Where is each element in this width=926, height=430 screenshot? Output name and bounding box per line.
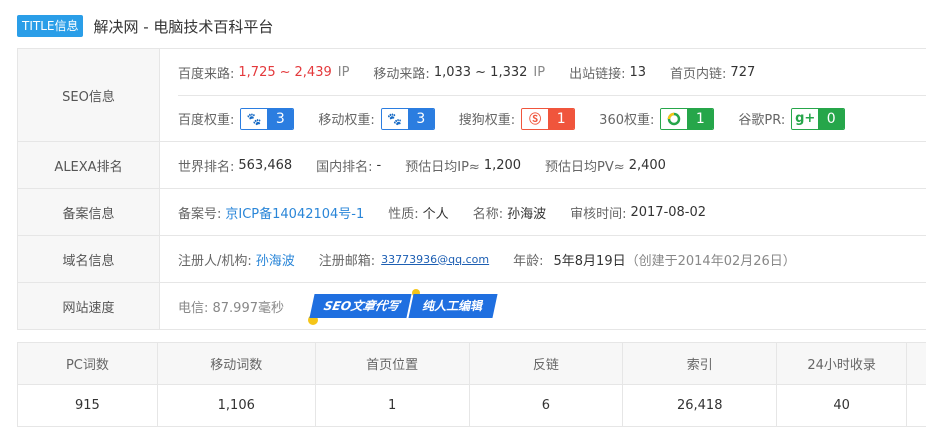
baidu-rank[interactable]: 百度权重: 🐾 3: [178, 107, 295, 130]
stats-header-mobile: 移动词数: [157, 343, 316, 385]
site-title: 解决网 - 电脑技术百科平台: [93, 17, 274, 36]
baidu-paw-icon: 🐾: [381, 108, 408, 129]
sogou-icon: Ⓢ: [522, 108, 549, 129]
stats-header-pc: PC词数: [18, 343, 158, 385]
daily-pv: 预估日均PV≈ 2,400: [545, 157, 666, 175]
title-row: TITLE信息 解决网 - 电脑技术百科平台: [17, 14, 273, 38]
domain-label: 域名信息: [18, 236, 160, 282]
icp-name: 名称: 孙海波: [472, 206, 547, 222]
seo-row: SEO信息 百度来路: 1,725 ~ 2,439 IP 移动来路: 1,033…: [18, 49, 926, 142]
promo-banner[interactable]: SEO文章代写 纯人工编辑: [308, 289, 498, 325]
outlinks: 出站链接: 13: [569, 64, 647, 82]
registrant: 注册人/机构: 孙海波: [178, 250, 295, 269]
google-plus-icon: g+: [792, 108, 819, 129]
stats-header-home: 首页位置: [315, 343, 470, 385]
alexa-row: ALEXA排名 世界排名: 563,468 国内排名: - 预估日均IP≈ 1,…: [18, 142, 926, 189]
world-rank: 世界排名: 563,468: [178, 157, 293, 175]
home-inlinks: 首页内链: 727: [670, 64, 756, 82]
telecom-speed: 电信: 87.997毫秒: [178, 300, 284, 316]
icp-row: 备案信息 备案号: 京ICP备14042104号-1 性质: 个人 名称: 孙海…: [18, 189, 926, 236]
baidu-source: 百度来路: 1,725 ~ 2,439 IP: [178, 64, 350, 82]
stats-value-backlinks: 6: [469, 385, 624, 427]
domain-age: 年龄: 5年8月19日 （创建于2014年02月26日）: [513, 253, 796, 269]
speed-row: 网站速度 电信: 87.997毫秒 SEO文章代写 纯人工编辑: [18, 283, 926, 330]
alexa-label: ALEXA排名: [18, 142, 160, 188]
baidu-paw-icon: 🐾: [241, 108, 268, 129]
sogou-rank[interactable]: 搜狗权重: Ⓢ 1: [459, 107, 576, 130]
seo-rank-line: 百度权重: 🐾 3 移动权重: 🐾 3 搜狗权重: Ⓢ 1 360权重: 1 谷…: [178, 95, 926, 141]
icp-audit-time: 审核时间: 2017-08-02: [570, 204, 707, 222]
stats-value-24h: 40: [777, 385, 908, 427]
stats-header-backlinks: 反链: [469, 343, 624, 385]
rank-360[interactable]: 360权重: 1: [599, 107, 715, 130]
icp-number-link[interactable]: 京ICP备14042104号-1: [225, 203, 364, 222]
speed-label: 网站速度: [18, 283, 160, 329]
seo-traffic-line: 百度来路: 1,725 ~ 2,439 IP 移动来路: 1,033 ~ 1,3…: [178, 49, 926, 95]
stats-header-index: 索引: [623, 343, 778, 385]
domain-row: 域名信息 注册人/机构: 孙海波 注册邮箱: 33773936@qq.com 年…: [18, 236, 926, 283]
google-pr[interactable]: 谷歌PR: g+ 0: [738, 107, 846, 130]
domestic-rank: 国内排名: -: [316, 157, 382, 175]
registrant-link[interactable]: 孙海波: [256, 250, 295, 269]
baidu-source-sep: ~: [279, 64, 291, 80]
stats-header-24h: 24小时收录: [777, 343, 908, 385]
promo-manual-edit: 纯人工编辑: [408, 294, 498, 318]
icp-label: 备案信息: [18, 189, 160, 235]
360-icon: [661, 108, 688, 129]
icp-number: 备案号: 京ICP备14042104号-1: [178, 203, 364, 222]
stats-header-row: PC词数 移动词数 首页位置 反链 索引 24小时收录: [18, 343, 926, 385]
promo-seo-writing: SEO文章代写: [309, 294, 412, 318]
seo-label: SEO信息: [18, 49, 160, 141]
mobile-source: 移动来路: 1,033 ~ 1,332 IP: [373, 64, 546, 82]
stats-value-index: 26,418: [623, 385, 778, 427]
stats-value-mobile: 1,106: [157, 385, 316, 427]
stats-value-home: 1: [315, 385, 470, 427]
email-link[interactable]: 33773936@qq.com: [381, 253, 489, 266]
baidu-source-high: 2,439: [294, 64, 332, 80]
mobile-rank[interactable]: 移动权重: 🐾 3: [318, 107, 435, 130]
stats-value-row: 915 1,106 1 6 26,418 40: [18, 385, 926, 427]
title-badge: TITLE信息: [17, 15, 84, 37]
stats-value-pc: 915: [18, 385, 158, 427]
daily-ip: 预估日均IP≈ 1,200: [405, 157, 522, 175]
icp-nature: 性质: 个人: [388, 206, 449, 222]
info-table: SEO信息 百度来路: 1,725 ~ 2,439 IP 移动来路: 1,033…: [17, 48, 926, 330]
baidu-source-low: 1,725: [238, 64, 276, 80]
stats-table: PC词数 移动词数 首页位置 反链 索引 24小时收录 915 1,106 1 …: [17, 342, 926, 427]
registrant-email: 注册邮箱: 33773936@qq.com: [318, 252, 490, 269]
